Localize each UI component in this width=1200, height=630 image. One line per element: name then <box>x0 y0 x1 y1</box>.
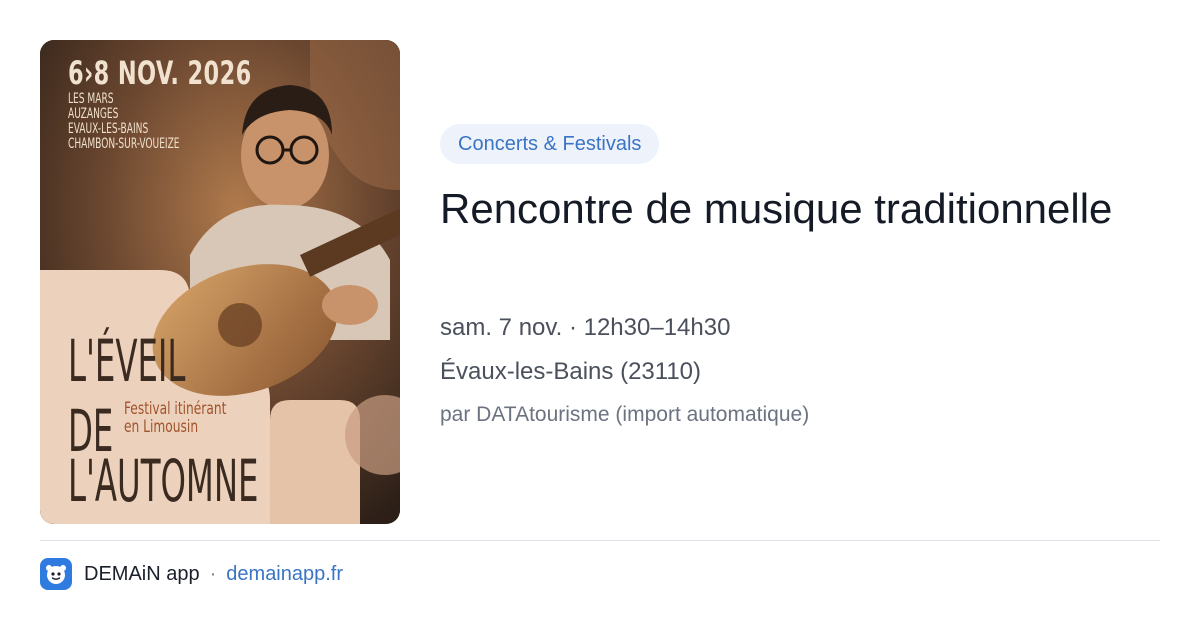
poster-place: EVAUX-LES-BAINS <box>68 121 149 137</box>
event-source: par DATAtourisme (import automatique) <box>440 403 810 426</box>
app-logo-icon <box>40 558 72 590</box>
footer-divider <box>40 540 1160 541</box>
footer: DEMAiN app · demainapp.fr <box>40 558 343 590</box>
app-name: DEMAiN app <box>84 562 200 585</box>
event-poster-image: 6›8 NOV. 2026 LES MARS AUZANGES EVAUX-LE… <box>40 40 400 524</box>
poster-subtitle-line: Festival itinérant <box>124 399 227 419</box>
event-title: Rencontre de musique traditionnelle <box>440 185 1113 232</box>
poster-place: AUZANGES <box>68 106 119 122</box>
poster-title-line: L'AUTOMNE <box>68 447 259 515</box>
app-mascot-icon <box>46 565 66 584</box>
poster-date: 6›8 NOV. 2026 <box>68 54 252 92</box>
poster-place: CHAMBON-SUR-VOUEIZE <box>68 136 180 152</box>
poster-subtitle: Festival itinérant en Limousin <box>124 400 226 436</box>
event-share-card: 6›8 NOV. 2026 LES MARS AUZANGES EVAUX-LE… <box>0 0 1200 630</box>
poster-place: LES MARS <box>68 91 114 107</box>
category-badge[interactable]: Concerts & Festivals <box>440 124 660 164</box>
poster-subtitle-line: en Limousin <box>124 417 199 437</box>
event-location: Évaux-les-Bains (23110) <box>440 358 702 385</box>
app-website-link[interactable]: demainapp.fr <box>226 563 343 586</box>
footer-separator: · <box>209 562 217 585</box>
poster-places-list: LES MARS AUZANGES EVAUX-LES-BAINS CHAMBO… <box>68 92 308 152</box>
poster-title-line: L'ÉVEIL <box>68 327 186 395</box>
event-datetime: sam. 7 nov. · 12h30–14h30 <box>440 314 731 341</box>
